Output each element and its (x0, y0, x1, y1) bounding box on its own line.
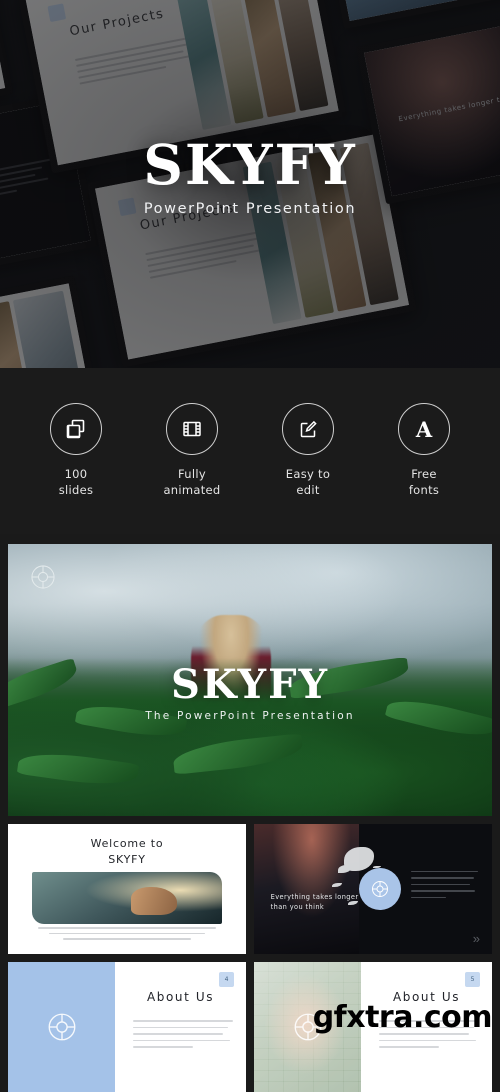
hero-slide-preview[interactable]: SKYFY The PowerPoint Presentation (8, 544, 492, 816)
feature-label-line1: Free (411, 467, 437, 482)
feature-label-line1: Easy to (285, 467, 331, 482)
hero-banner: Our Projects Our Projects Our Projects (0, 0, 500, 368)
about-body-text (133, 1020, 233, 1053)
next-arrow-icon[interactable]: » (473, 931, 480, 946)
about-accent-panel (8, 962, 116, 1092)
page-title: SKYFY (143, 132, 357, 197)
quote-line2: than you think (270, 903, 325, 912)
features-band: 100 slides Fully animated Easy to edit A… (0, 368, 500, 534)
quote-body-text (411, 870, 478, 904)
watermark: gfxtra.com (312, 1000, 493, 1035)
feature-label-line1: Fully (178, 467, 206, 482)
quote-text: Everything takes longer than you think (271, 892, 366, 913)
film-strip-icon (166, 403, 218, 456)
hero-text-block: SKYFY PowerPoint Presentation (0, 132, 500, 217)
showcase-section: SKYFY The PowerPoint Presentation (0, 534, 500, 816)
font-letter-a-icon: A (398, 403, 450, 456)
feature-label-line2: slides (58, 483, 94, 497)
feature-item-fonts: A Free fonts (372, 403, 477, 498)
pencil-edit-icon (282, 403, 334, 456)
feature-label-line2: edit (296, 483, 320, 497)
slide-card-welcome[interactable]: Welcome to SKYFY (8, 824, 246, 954)
slide-card-quote[interactable]: Everything takes longer than you think » (254, 824, 492, 954)
hero-subtitle: PowerPoint Presentation (143, 200, 357, 217)
feature-label-line2: fonts (408, 483, 440, 497)
feature-item-slides: 100 slides (24, 403, 129, 498)
welcome-title-line1: Welcome to (90, 837, 164, 850)
slide-card-about-1[interactable]: 4 About Us (8, 962, 246, 1092)
about-title: About Us (146, 990, 215, 1004)
skyfy-circle-logo-icon (30, 564, 56, 590)
feature-item-animated: Fully animated (140, 403, 245, 498)
slide-row-1: Welcome to SKYFY Everything takes longer… (0, 816, 500, 954)
welcome-body-text (38, 927, 216, 944)
showcase-title: SKYFY (170, 660, 330, 708)
skyfy-circle-logo-icon (358, 868, 401, 911)
slides-copy-icon (50, 403, 102, 456)
quote-line1: Everything takes longer (270, 892, 359, 901)
feature-item-edit: Easy to edit (256, 403, 361, 498)
welcome-slide-title: Welcome to SKYFY (8, 836, 246, 868)
feature-label-line1: 100 (64, 467, 88, 482)
slide-number-badge: 5 (465, 972, 480, 987)
showcase-subtitle: The PowerPoint Presentation (145, 709, 355, 722)
welcome-photo (32, 872, 222, 924)
welcome-title-line2: SKYFY (108, 852, 146, 866)
feature-label-line2: animated (163, 483, 221, 497)
slide-number-badge: 4 (219, 972, 234, 987)
skyfy-circle-logo-icon (45, 1010, 79, 1044)
